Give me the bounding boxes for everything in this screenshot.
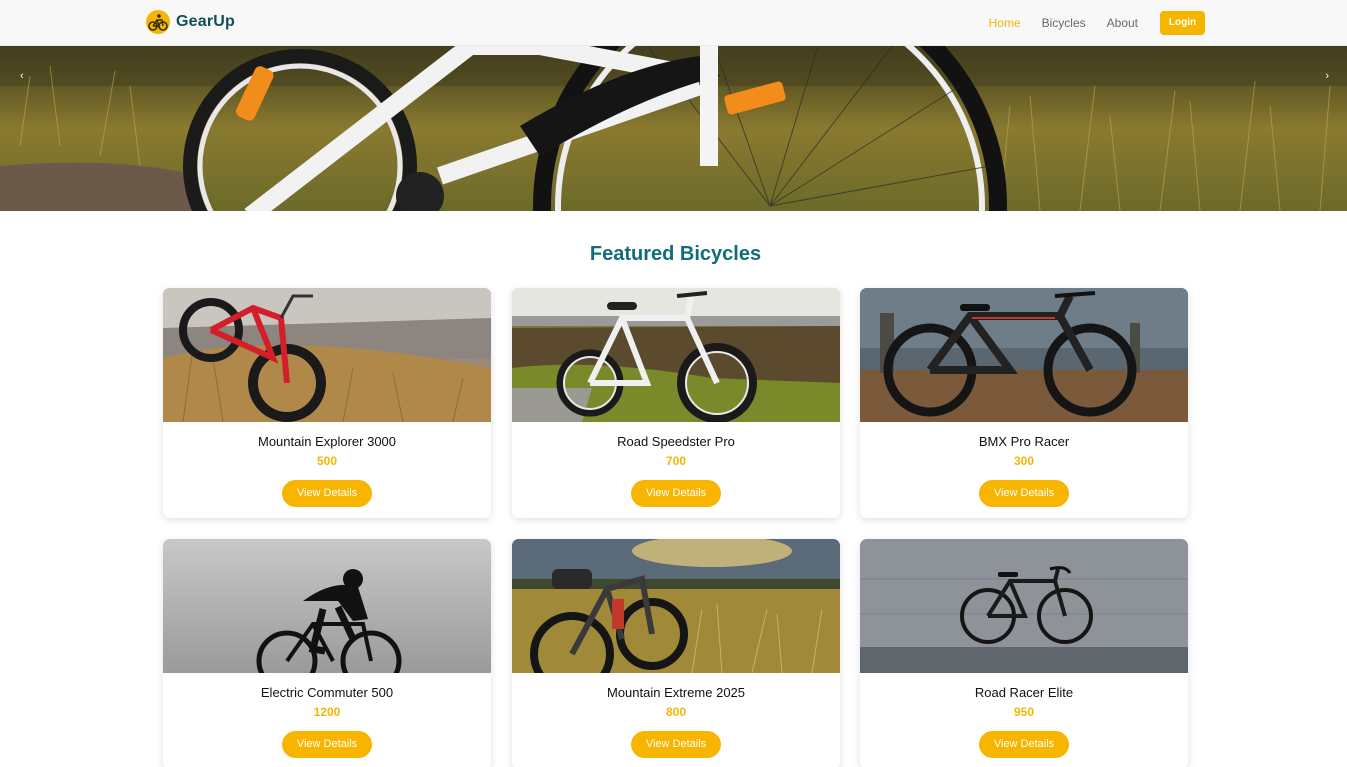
hero-next-arrow[interactable]: › xyxy=(1325,70,1329,82)
view-details-button[interactable]: View Details xyxy=(282,480,372,507)
view-details-button[interactable]: View Details xyxy=(979,480,1069,507)
product-name: Electric Commuter 500 xyxy=(260,685,394,700)
product-name: Mountain Extreme 2025 xyxy=(606,685,746,700)
product-image xyxy=(860,288,1188,422)
brand[interactable]: GearUp xyxy=(146,10,235,34)
product-card: Mountain Extreme 2025 800 View Details xyxy=(512,539,840,767)
product-card: Road Speedster Pro 700 View Details xyxy=(512,288,840,518)
nav-link-about[interactable]: About xyxy=(1107,11,1138,35)
product-price: 300 xyxy=(1013,454,1035,468)
product-card: Mountain Explorer 3000 500 View Details xyxy=(163,288,491,518)
product-name: Road Racer Elite xyxy=(974,685,1074,700)
nav-link-bicycles[interactable]: Bicycles xyxy=(1042,11,1086,35)
hero-bicycle-image xyxy=(0,46,1347,211)
navbar: GearUp Home Bicycles About Login xyxy=(0,0,1347,46)
product-card: Electric Commuter 500 1200 View Details xyxy=(163,539,491,767)
view-details-button[interactable]: View Details xyxy=(282,731,372,758)
hero-prev-arrow[interactable]: ‹ xyxy=(20,70,24,82)
product-card: BMX Pro Racer 300 View Details xyxy=(860,288,1188,518)
view-details-button[interactable]: View Details xyxy=(631,480,721,507)
product-name: Road Speedster Pro xyxy=(617,434,735,449)
bicycle-icon xyxy=(146,10,170,34)
view-details-button[interactable]: View Details xyxy=(979,731,1069,758)
product-image xyxy=(163,288,491,422)
section-title: Featured Bicycles xyxy=(589,243,762,265)
product-name: Mountain Explorer 3000 xyxy=(257,434,397,449)
product-name: BMX Pro Racer xyxy=(978,434,1070,449)
brand-name: GearUp xyxy=(176,13,235,30)
product-image xyxy=(860,539,1188,673)
product-price: 800 xyxy=(665,705,687,719)
product-image xyxy=(163,539,491,673)
nav-link-home[interactable]: Home xyxy=(989,11,1021,35)
product-image xyxy=(512,539,840,673)
product-price: 500 xyxy=(316,454,338,468)
product-image xyxy=(512,288,840,422)
login-button[interactable]: Login xyxy=(1160,11,1205,35)
hero-carousel: ‹ › xyxy=(0,46,1347,211)
product-price: 1200 xyxy=(313,705,341,719)
product-price: 950 xyxy=(1013,705,1035,719)
product-card: Road Racer Elite 950 View Details xyxy=(860,539,1188,767)
view-details-button[interactable]: View Details xyxy=(631,731,721,758)
nav-links: Home Bicycles About Login xyxy=(968,11,1205,35)
product-price: 700 xyxy=(665,454,687,468)
